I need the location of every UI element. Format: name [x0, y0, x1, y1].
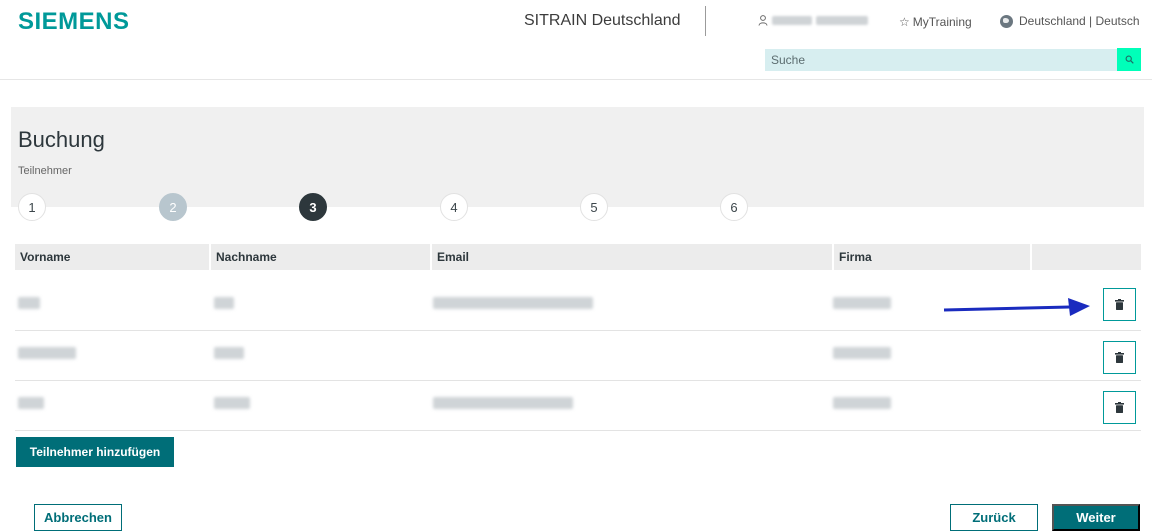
- trash-icon: [1115, 402, 1124, 413]
- redacted-last-name: [214, 297, 234, 309]
- header-divider: [705, 6, 706, 36]
- user-icon: [758, 15, 768, 26]
- search-icon: [1125, 55, 1134, 64]
- redacted-user-name: [772, 16, 812, 25]
- delete-participant-button[interactable]: [1103, 391, 1136, 424]
- step-5: 5: [580, 193, 608, 221]
- redacted-email: [433, 397, 573, 409]
- back-button[interactable]: Zurück: [950, 504, 1038, 531]
- redacted-company: [833, 347, 891, 359]
- column-actions: [1032, 244, 1141, 270]
- delete-participant-button[interactable]: [1103, 288, 1136, 321]
- star-icon: ☆: [899, 15, 910, 29]
- next-button[interactable]: Weiter: [1052, 504, 1140, 531]
- search-input[interactable]: Suche: [765, 49, 1117, 71]
- column-nachname: Nachname: [211, 244, 430, 270]
- column-email: Email: [432, 244, 832, 270]
- column-firma: Firma: [834, 244, 1030, 270]
- trash-icon: [1115, 352, 1124, 363]
- delete-participant-button[interactable]: [1103, 341, 1136, 374]
- step-6: 6: [720, 193, 748, 221]
- redacted-first-name: [18, 347, 76, 359]
- booking-panel: [11, 107, 1144, 207]
- step-4: 4: [440, 193, 468, 221]
- step-2[interactable]: 2: [159, 193, 187, 221]
- redacted-company: [833, 397, 891, 409]
- redacted-user-name: [816, 16, 868, 25]
- table-row: [15, 381, 1141, 431]
- participants-table-header: Vorname Nachname Email Firma: [15, 244, 1141, 270]
- redacted-first-name: [18, 297, 40, 309]
- redacted-email: [433, 297, 593, 309]
- redacted-first-name: [18, 397, 44, 409]
- step-label: Teilnehmer: [18, 165, 72, 177]
- redacted-last-name: [214, 397, 250, 409]
- search-button[interactable]: [1117, 48, 1141, 71]
- globe-icon: [1000, 14, 1013, 28]
- cancel-button[interactable]: Abbrechen: [34, 504, 122, 531]
- language-selector[interactable]: Deutschland | Deutsch: [1000, 14, 1140, 28]
- site-header: SIEMENS SITRAIN Deutschland ☆ MyTraining…: [0, 0, 1152, 80]
- site-title[interactable]: SITRAIN Deutschland: [524, 12, 681, 30]
- mytraining-link[interactable]: ☆ MyTraining: [899, 15, 972, 29]
- siemens-logo[interactable]: SIEMENS: [18, 8, 130, 36]
- user-account-link[interactable]: [758, 15, 868, 26]
- table-row: [15, 331, 1141, 381]
- redacted-last-name: [214, 347, 244, 359]
- mytraining-label: MyTraining: [912, 15, 972, 29]
- add-participant-button[interactable]: Teilnehmer hinzufügen: [16, 437, 174, 467]
- trash-icon: [1115, 299, 1124, 310]
- redacted-company: [833, 297, 891, 309]
- step-3[interactable]: 3: [299, 193, 327, 221]
- column-vorname: Vorname: [15, 244, 209, 270]
- annotation-arrow: [943, 298, 1090, 316]
- language-label: Deutschland | Deutsch: [1019, 14, 1140, 28]
- step-1[interactable]: 1: [18, 193, 46, 221]
- page-title: Buchung: [18, 127, 105, 152]
